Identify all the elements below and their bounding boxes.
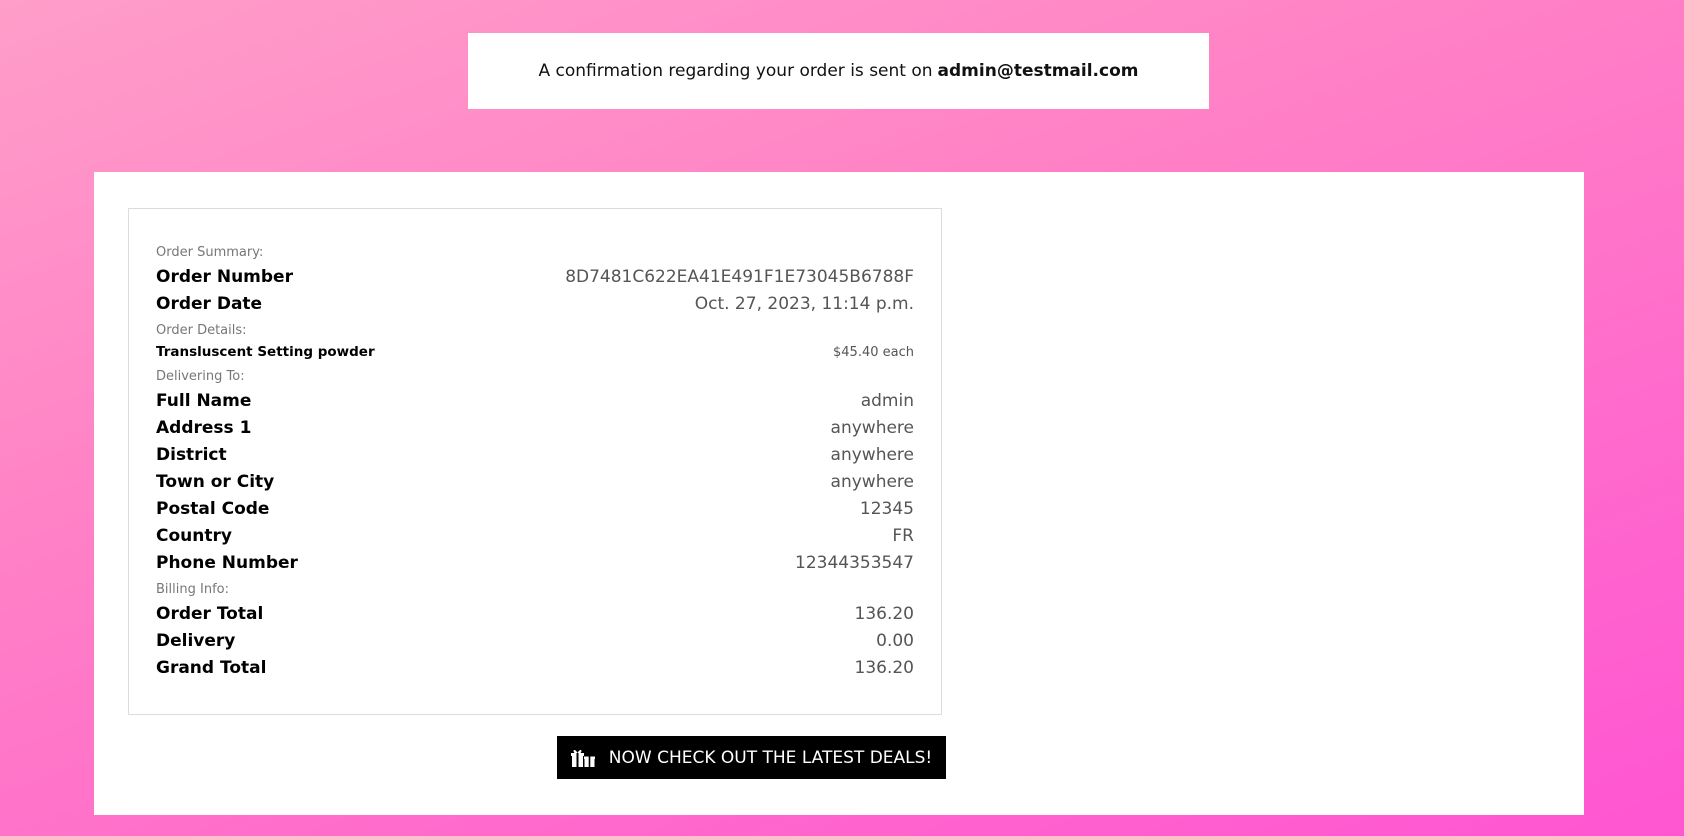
order-number-row: Order Number 8D7481C622EA41E491F1E73045B… bbox=[156, 263, 914, 290]
order-number-value: 8D7481C622EA41E491F1E73045B6788F bbox=[565, 266, 914, 287]
order-date-value: Oct. 27, 2023, 11:14 p.m. bbox=[694, 293, 914, 314]
confirmation-text: A confirmation regarding your order is s… bbox=[538, 61, 933, 81]
confirmation-email: admin@testmail.com bbox=[937, 61, 1139, 81]
gifts-icon bbox=[570, 748, 595, 768]
phone-value: 12344353547 bbox=[795, 552, 914, 573]
district-label: District bbox=[156, 444, 227, 465]
order-number-label: Order Number bbox=[156, 266, 293, 287]
delivery-value: 0.00 bbox=[876, 630, 914, 651]
full-name-label: Full Name bbox=[156, 390, 252, 411]
country-label: Country bbox=[156, 525, 232, 546]
postal-code-row: Postal Code 12345 bbox=[156, 495, 914, 522]
town-label: Town or City bbox=[156, 471, 275, 492]
town-value: anywhere bbox=[830, 471, 914, 492]
country-value: FR bbox=[892, 525, 914, 546]
full-name-value: admin bbox=[860, 390, 914, 411]
order-date-label: Order Date bbox=[156, 293, 263, 314]
full-name-row: Full Name admin bbox=[156, 387, 914, 414]
district-row: District anywhere bbox=[156, 441, 914, 468]
delivery-label: Delivery bbox=[156, 630, 236, 651]
order-date-row: Order Date Oct. 27, 2023, 11:14 p.m. bbox=[156, 290, 914, 317]
order-item-price: $45.40 each bbox=[833, 344, 914, 360]
latest-deals-label: NOW CHECK OUT THE LATEST DEALS! bbox=[608, 747, 933, 768]
address1-label: Address 1 bbox=[156, 417, 252, 438]
address1-row: Address 1 anywhere bbox=[156, 414, 914, 441]
postal-code-value: 12345 bbox=[859, 498, 914, 519]
grand-total-row: Grand Total 136.20 bbox=[156, 654, 914, 681]
checkout-success-card: Order Summary: Order Number 8D7481C622EA… bbox=[94, 172, 1584, 815]
order-item-name: Transluscent Setting powder bbox=[156, 344, 375, 360]
phone-row: Phone Number 12344353547 bbox=[156, 549, 914, 576]
order-item-row: Transluscent Setting powder $45.40 each bbox=[156, 341, 914, 363]
order-details-label: Order Details: bbox=[156, 323, 247, 338]
order-total-row: Order Total 136.20 bbox=[156, 600, 914, 627]
town-row: Town or City anywhere bbox=[156, 468, 914, 495]
billing-info-label: Billing Info: bbox=[156, 582, 229, 597]
country-row: Country FR bbox=[156, 522, 914, 549]
order-total-value: 136.20 bbox=[854, 603, 914, 624]
delivery-row: Delivery 0.00 bbox=[156, 627, 914, 654]
phone-label: Phone Number bbox=[156, 552, 298, 573]
postal-code-label: Postal Code bbox=[156, 498, 270, 519]
grand-total-value: 136.20 bbox=[854, 657, 914, 678]
district-value: anywhere bbox=[830, 444, 914, 465]
order-total-label: Order Total bbox=[156, 603, 264, 624]
delivering-to-label: Delivering To: bbox=[156, 369, 245, 384]
latest-deals-button[interactable]: NOW CHECK OUT THE LATEST DEALS! bbox=[557, 736, 946, 779]
order-summary-box: Order Summary: Order Number 8D7481C622EA… bbox=[128, 208, 942, 715]
order-summary-label: Order Summary: bbox=[156, 245, 264, 260]
address1-value: anywhere bbox=[830, 417, 914, 438]
grand-total-label: Grand Total bbox=[156, 657, 267, 678]
confirmation-banner: A confirmation regarding your order is s… bbox=[468, 33, 1209, 109]
